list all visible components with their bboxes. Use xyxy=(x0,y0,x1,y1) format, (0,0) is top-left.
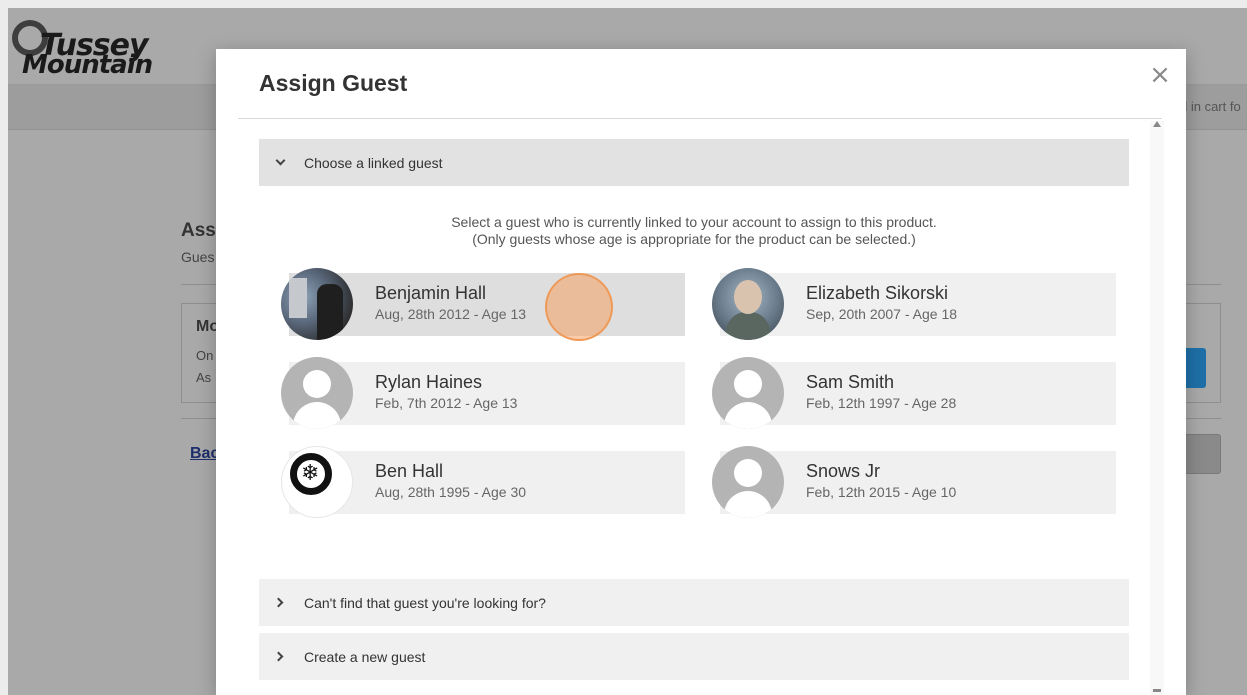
modal-title-divider xyxy=(238,118,1162,119)
modal-title: Assign Guest xyxy=(259,70,408,96)
chevron-down-icon xyxy=(275,155,286,166)
scroll-down-arrow-icon[interactable] xyxy=(1153,689,1161,692)
instructions-line-2: (Only guests whose age is appropriate fo… xyxy=(472,231,916,247)
close-icon[interactable]: × xyxy=(1146,61,1174,89)
accordion-cant-find-guest[interactable]: Can't find that guest you're looking for… xyxy=(259,579,1129,626)
photo-detail xyxy=(734,280,762,314)
guest-card-ben-hall[interactable]: ❄ Ben Hall Aug, 28th 1995 - Age 30 xyxy=(281,446,685,518)
chevron-right-icon xyxy=(273,651,284,662)
guest-name: Sam Smith xyxy=(806,372,895,392)
default-user-avatar-icon xyxy=(712,357,784,429)
instructions-line-1: Select a guest who is currently linked t… xyxy=(451,214,937,230)
photo-detail xyxy=(726,312,770,340)
assign-guest-modal: Assign Guest × Choose a linked guest Sel… xyxy=(216,49,1186,695)
avatar-head xyxy=(734,459,762,487)
guest-card-benjamin-hall[interactable]: Benjamin Hall Aug, 28th 2012 - Age 13 xyxy=(281,268,685,340)
tussey-mountain-logo[interactable]: Tussey Mountain xyxy=(12,20,153,80)
avatar-head xyxy=(303,370,331,398)
guest-birthdate-age: Feb, 7th 2012 - Age 13 xyxy=(375,395,518,411)
guest-birthdate-age: Feb, 12th 2015 - Age 10 xyxy=(806,484,957,500)
chevron-right-icon xyxy=(273,597,284,608)
guest-name: Rylan Haines xyxy=(375,372,483,392)
guest-photo-avatar xyxy=(712,268,784,340)
background-back-link[interactable]: Bac xyxy=(190,445,219,463)
accordion-header-label: Choose a linked guest xyxy=(304,154,443,171)
background-page-subheading: Gues xyxy=(181,249,215,265)
cart-status-text: d in cart fo xyxy=(1180,99,1241,114)
snowflake-icon: ❄ xyxy=(301,461,320,486)
default-user-avatar-icon xyxy=(712,446,784,518)
guest-birthdate-age: Sep, 20th 2007 - Age 18 xyxy=(806,306,958,322)
guest-birthdate-age: Aug, 28th 2012 - Age 13 xyxy=(375,306,527,322)
guest-card-sam-smith[interactable]: Sam Smith Feb, 12th 1997 - Age 28 xyxy=(712,357,1116,429)
accordion-create-new-guest[interactable]: Create a new guest xyxy=(259,633,1129,680)
scroll-up-arrow-icon[interactable] xyxy=(1153,121,1161,127)
guest-card-rylan-haines[interactable]: Rylan Haines Feb, 7th 2012 - Age 13 xyxy=(281,357,685,429)
guest-birthdate-age: Feb, 12th 1997 - Age 28 xyxy=(806,395,957,411)
avatar-body xyxy=(293,402,341,429)
avatar-head xyxy=(734,370,762,398)
photo-detail xyxy=(317,284,343,340)
guest-birthdate-age: Aug, 28th 1995 - Age 30 xyxy=(375,484,527,500)
modal-scrollbar[interactable] xyxy=(1150,121,1164,695)
avatar-body xyxy=(724,491,772,518)
avatar-body xyxy=(724,402,772,429)
accordion-header-label: Can't find that guest you're looking for… xyxy=(304,594,546,611)
background-product-line2: As xyxy=(196,370,212,385)
photo-detail xyxy=(289,278,307,318)
logo-text-line2: Mountain xyxy=(22,50,153,80)
guest-card-elizabeth-sikorski[interactable]: Elizabeth Sikorski Sep, 20th 2007 - Age … xyxy=(712,268,1116,340)
tussey-mountain-logo-avatar-icon: ❄ xyxy=(281,446,353,518)
background-page-heading: Ass xyxy=(181,220,216,241)
accordion-choose-linked-guest[interactable]: Choose a linked guest xyxy=(259,139,1129,186)
guest-name: Benjamin Hall xyxy=(375,283,487,303)
guest-name: Snows Jr xyxy=(806,461,881,481)
linked-guest-instructions: Select a guest who is currently linked t… xyxy=(259,214,1129,248)
default-user-avatar-icon xyxy=(281,357,353,429)
guest-name: Ben Hall xyxy=(375,461,444,481)
guest-photo-avatar xyxy=(281,268,353,340)
background-product-line1: On xyxy=(196,348,214,363)
guest-card-snows-jr[interactable]: Snows Jr Feb, 12th 2015 - Age 10 xyxy=(712,446,1116,518)
guest-name: Elizabeth Sikorski xyxy=(806,283,949,303)
accordion-header-label: Create a new guest xyxy=(304,648,426,665)
